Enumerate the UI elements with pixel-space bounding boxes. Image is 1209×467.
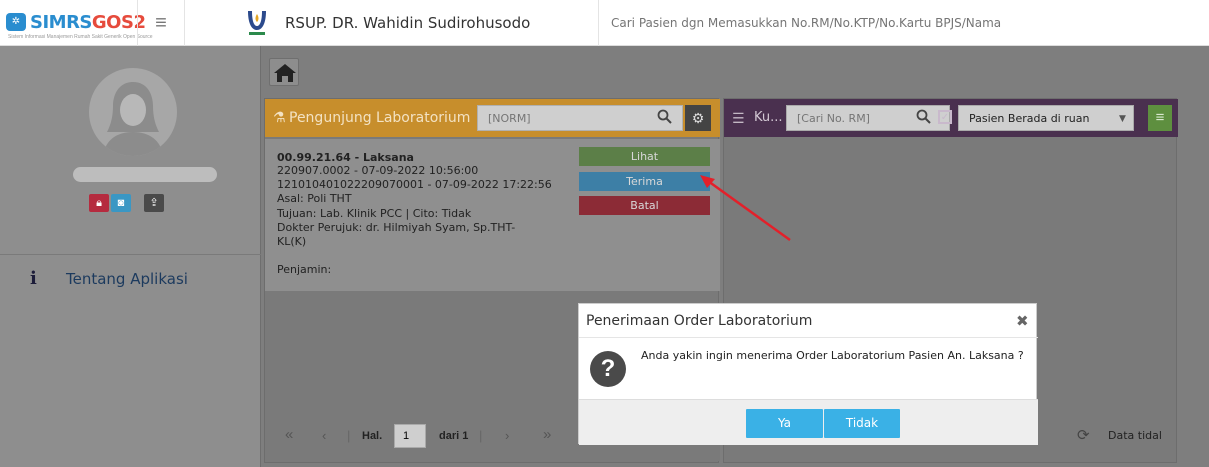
sidebar-item-about[interactable]: Tentang Aplikasi [66, 270, 188, 288]
home-icon [274, 64, 296, 82]
dialog-title: Penerimaan Order Laboratorium [586, 313, 813, 329]
patient-destination: Tujuan: Lab. Klinik PCC | Cito: Tidak [277, 207, 472, 220]
patient-guarantor: Penjamin: [277, 263, 332, 276]
visit-panel-title: Ku... [754, 110, 783, 125]
top-bar: ✲ SIMRSGOS2 Sistem Informasi Manajemen R… [0, 0, 1209, 46]
logo-icon: ✲ [6, 13, 26, 31]
gear-icon[interactable]: ⚙ [685, 105, 711, 131]
home-button[interactable] [269, 58, 299, 86]
no-data-text: Data tidal [1108, 429, 1162, 442]
referring-doctor: Dokter Perujuk: dr. Hilmiyah Syam, Sp.TH… [277, 221, 516, 248]
patient-search-bar [598, 0, 1209, 46]
norm-search-input[interactable] [477, 105, 683, 131]
sidebar: 🔒︎ ◙ ⇪ i Tentang Aplikasi [0, 46, 261, 467]
visit-panel-header: ☰ Ku... ✓ Pasien Berada di ruan ▼ ≡ [724, 99, 1178, 137]
chevron-down-icon: ▼ [1119, 114, 1126, 124]
patient-order: 121010401022209070001 - 07-09-2022 17:22… [277, 178, 552, 191]
view-button[interactable]: Lihat [579, 147, 710, 166]
sidebar-divider [0, 254, 261, 255]
confirm-dialog: Penerimaan Order Laboratorium ✖ ? Anda y… [578, 303, 1038, 445]
username-placeholder [73, 167, 217, 182]
dialog-divider [579, 337, 1038, 338]
room-filter-select[interactable]: Pasien Berada di ruan ▼ [958, 105, 1134, 131]
prev-page-button[interactable]: ‹ [322, 428, 326, 443]
upload-icon[interactable]: ⇪ [144, 194, 164, 212]
home-toolbar [262, 46, 1209, 96]
app-logo[interactable]: ✲ SIMRSGOS2 Sistem Informasi Manajemen R… [0, 0, 153, 46]
room-filter-value: Pasien Berada di ruan [969, 112, 1090, 125]
patient-registration: 220907.0002 - 07-09-2022 10:56:00 [277, 164, 479, 177]
menu-icon[interactable]: ≡ [1148, 105, 1172, 131]
patient-id-name: 00.99.21.64 - Laksana [277, 151, 414, 164]
avatar [89, 68, 177, 156]
search-icon[interactable] [657, 109, 672, 128]
first-page-button[interactable]: « [285, 426, 293, 443]
logo-text-main: SIMRS [30, 12, 92, 33]
lab-panel-title: Pengunjung Laboratorium [289, 110, 471, 126]
logo-subtitle: Sistem Informasi Manajemen Rumah Sakit G… [8, 34, 153, 40]
camera-icon[interactable]: ◙ [111, 194, 131, 212]
patient-card: 00.99.21.64 - Laksana 220907.0002 - 07-0… [265, 139, 720, 291]
yes-button[interactable]: Ya [746, 409, 823, 438]
info-icon[interactable]: i [30, 268, 37, 289]
hospital-logo-icon [248, 11, 266, 35]
page-label: Hal. [362, 430, 383, 442]
next-page-button[interactable]: › [505, 428, 509, 443]
search-icon[interactable] [916, 109, 931, 128]
flask-icon: ⚗ [273, 109, 286, 125]
last-page-button[interactable]: » [543, 426, 551, 443]
page-total-label: dari 1 [439, 430, 469, 442]
hospital-name: RSUP. DR. Wahidin Sudirohusodo [285, 14, 531, 32]
list-icon: ☰ [732, 110, 745, 126]
dialog-footer: Ya Tidak [579, 399, 1038, 445]
question-icon: ? [590, 351, 626, 387]
annotation-arrow-icon [700, 175, 791, 242]
patient-search-input[interactable] [609, 13, 1199, 33]
no-button[interactable]: Tidak [824, 409, 900, 438]
logo-text: SIMRSGOS2 [30, 12, 146, 33]
hospital-header: RSUP. DR. Wahidin Sudirohusodo [228, 0, 598, 46]
page-number-input[interactable] [394, 424, 426, 448]
lab-panel-header: ⚗ Pengunjung Laboratorium ⚙ [265, 99, 720, 137]
close-icon[interactable]: ✖ [1016, 312, 1029, 330]
user-avatar-icon [103, 82, 163, 156]
patient-origin: Asal: Poli THT [277, 192, 352, 205]
pager-separator: | [479, 428, 483, 443]
refresh-icon[interactable]: ⟳ [1077, 426, 1090, 444]
dialog-message: Anda yakin ingin menerima Order Laborato… [641, 349, 1024, 362]
lock-icon[interactable]: 🔒︎ [89, 194, 109, 212]
checkbox-icon[interactable]: ✓ [938, 110, 952, 124]
pager-separator: | [347, 428, 351, 443]
hamburger-menu-icon[interactable]: ≡ [137, 0, 185, 46]
